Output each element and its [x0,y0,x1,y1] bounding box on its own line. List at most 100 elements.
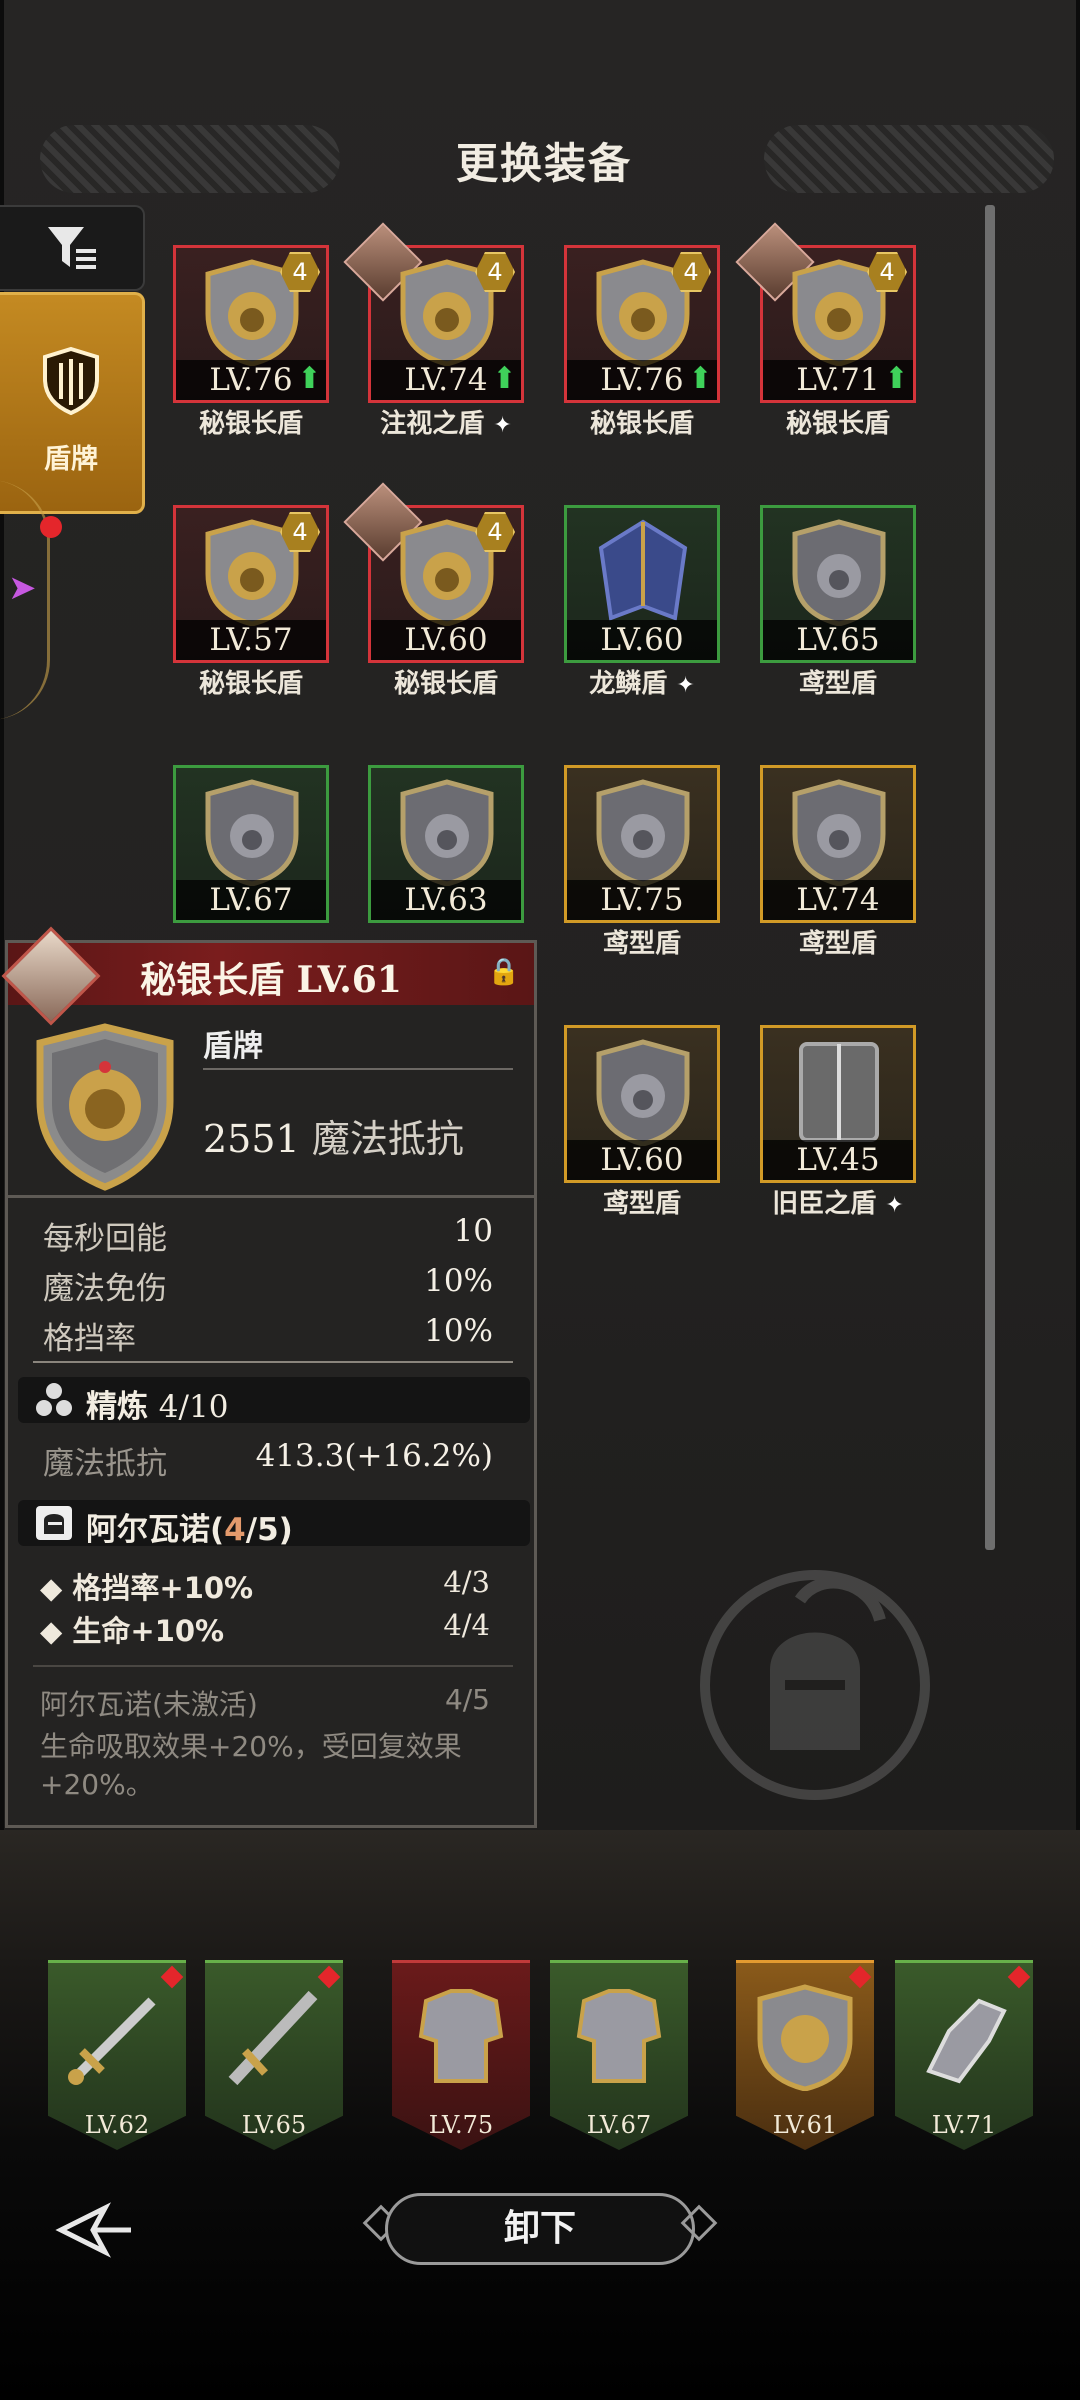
star-icon: ✦ [885,1193,904,1218]
item-level: LV.60 [567,1140,717,1180]
filter-button[interactable] [0,205,145,291]
refine-stat-row: 魔法抵抗 413.3(+16.2%) [43,1438,493,1482]
equipment-item[interactable]: 4 LV.60 [343,482,524,663]
equipment-item[interactable]: 4 LV.57 [173,505,329,663]
lion-shield-icon [36,1023,174,1191]
shield-icon [596,1039,690,1146]
equipment-item[interactable]: 4 LV.76 ⬆ [173,245,329,403]
stat-row: 格挡率 10% [43,1313,493,1357]
equipped-slot[interactable]: LV.75 [392,1960,530,2150]
main-stat: 2551 魔法抵抗 [203,1108,464,1163]
item-level: LV.67 [176,880,326,920]
equipped-slot[interactable]: LV.65 [205,1960,343,2150]
item-name: 秘银长盾 [393,669,498,699]
lock-icon[interactable]: 🔒 [488,957,520,987]
item-level: LV.57 [176,620,326,660]
unequip-button[interactable]: 卸下 [385,2193,695,2265]
stat-row: 魔法免伤 10% [43,1263,493,1307]
item-level: LV.60 [371,620,521,660]
expand-arrow-icon[interactable]: ➤ [8,568,37,608]
knight-emblem-icon [700,1570,930,1800]
equipment-item[interactable]: LV.45 [760,1025,916,1183]
inactive-set-row: 阿尔瓦诺(未激活) 4/5 [40,1683,490,1723]
bonus-value: 4/4 [443,1608,490,1642]
item-name: 秘银长盾 [198,409,303,439]
item-level: LV.74 [763,880,913,920]
stat-value: 413.3(+16.2%) [255,1438,493,1474]
armor-icon [576,1989,662,2083]
equipped-slot[interactable]: LV.61 [736,1960,874,2150]
ornament-divider [33,1361,513,1363]
equipment-item[interactable]: LV.60 [564,505,720,663]
equipment-item[interactable]: LV.60 [564,1025,720,1183]
inactive-set-value: 4/5 [444,1683,490,1716]
item-name: 旧臣之盾 ✦ [772,1189,904,1219]
stat-value: 10 [453,1213,493,1249]
bonus-label: 格挡率+10% [72,1571,254,1605]
star-icon: ✦ [676,673,695,698]
stat-value: 10% [424,1313,493,1349]
stat-label: 魔法抵抗 [43,1446,167,1482]
divider [8,1195,534,1198]
notification-dot [40,516,62,538]
equipment-item[interactable]: 4 LV.76 ⬆ [564,245,720,403]
equipment-item[interactable]: 4 LV.74 ⬆ [343,222,524,403]
item-type: 盾牌 [203,1029,263,1064]
stat-label: 每秒回能 [43,1221,167,1257]
item-level: LV.65 [763,620,913,660]
equipment-item[interactable]: LV.63 [368,765,524,923]
equipment-item[interactable]: LV.67 [173,765,329,923]
divider [203,1068,513,1070]
refine-header: 精炼 4/10 [18,1377,530,1425]
upgrade-arrow-icon: ⬆ [883,361,909,396]
divider [33,1665,513,1667]
back-arrow-icon[interactable] [55,2200,135,2260]
item-name: 龙鳞盾 ✦ [589,669,695,699]
item-title: 秘银长盾 LV.61 [140,959,402,1001]
stat-value: 10% [424,1263,493,1299]
equipment-item[interactable]: LV.65 [760,505,916,663]
shield-icon [792,779,886,886]
tab-shield[interactable]: 盾牌 [0,292,145,514]
equipped-slot[interactable]: LV.67 [550,1960,688,2150]
page-title: 更换装备 [455,139,632,188]
item-name: 鸢型盾 [602,929,681,959]
item-level: LV.60 [567,620,717,660]
shield-icon [596,779,690,886]
item-level: LV.75 [567,880,717,920]
item-name: 鸢型盾 [798,669,877,699]
item-name: 秘银长盾 [198,669,303,699]
set-header: 阿尔瓦诺(4/5) [18,1500,530,1548]
item-level: LV.45 [763,1140,913,1180]
item-detail-card: 秘银长盾 LV.61 🔒 盾牌 2551 魔法抵抗 每秒回能 10 魔法免伤 1… [1,926,537,1828]
stat-label: 魔法免伤 [43,1271,167,1307]
equipment-item[interactable]: LV.75 [564,765,720,923]
equipment-item[interactable]: LV.74 [760,765,916,923]
shield-icon [757,1984,853,2091]
shield-icon [400,779,494,886]
item-name: 秘银长盾 [589,409,694,439]
set-label: 阿尔瓦诺(4/5) [86,1512,293,1548]
main-stat-value: 2551 [203,1117,300,1161]
stat-row: 每秒回能 10 [43,1213,493,1257]
shield-icon [43,346,99,416]
tab-shield-label: 盾牌 [44,444,98,475]
refine-icon [36,1383,72,1416]
bonus-value: 4/3 [443,1565,490,1599]
equipped-slot[interactable]: LV.71 [895,1960,1033,2150]
shield-icon [598,519,688,621]
armor-icon [418,1989,504,2083]
knight-helmet-icon [36,1506,72,1540]
equipment-item[interactable]: 4 LV.71 ⬆ [735,222,916,403]
upgrade-arrow-icon: ⬆ [687,361,713,396]
dagger-icon [228,1990,318,2086]
gauntlet-icon [926,1998,1007,2084]
filter-icon [47,227,96,269]
set-bonus-row: ◆ 生命+10% 4/4 [40,1608,490,1648]
set-bonus-row: ◆ 格挡率+10% 4/3 [40,1565,490,1605]
shield-icon [205,779,299,886]
scrollbar[interactable] [985,205,995,1550]
item-level: LV.63 [371,880,521,920]
item-name: 注视之盾 ✦ [380,409,512,439]
equipped-slot[interactable]: LV.62 [48,1960,186,2150]
